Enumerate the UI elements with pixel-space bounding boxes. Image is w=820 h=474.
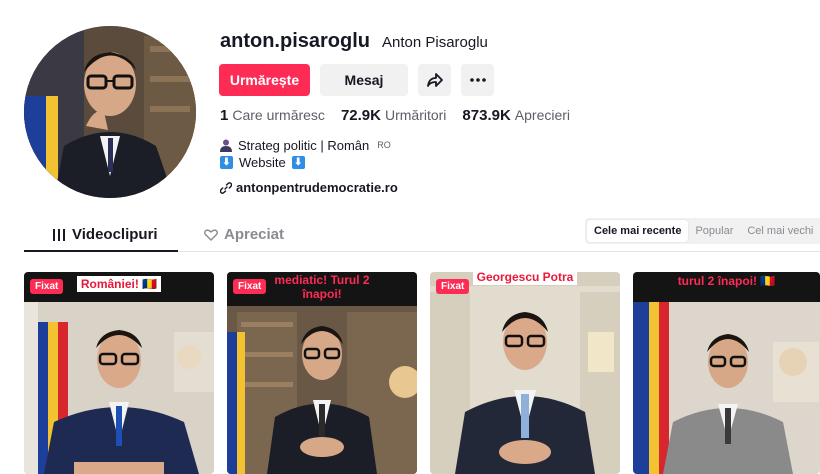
- followers-stat[interactable]: 72.9K Urmăritori: [341, 107, 446, 124]
- follow-button[interactable]: Urmărește: [219, 64, 310, 96]
- following-label: Care urmăresc: [232, 107, 325, 123]
- profile-header: anton.pisaroglu Anton Pisaroglu: [220, 30, 488, 53]
- video-card[interactable]: Georgescu Potra Fixat: [430, 272, 620, 474]
- person-icon: [220, 139, 232, 152]
- tab-liked-label: Apreciat: [224, 226, 285, 243]
- more-dots-icon: [469, 78, 486, 82]
- video-thumbnail: [430, 272, 620, 474]
- sort-selector: Cele mai recente Popular Cel mai vechi: [585, 218, 820, 244]
- profile-stats: 1 Care urmăresc 72.9K Urmăritori 873.9K Apr…: [220, 107, 570, 124]
- likes-count: 873.9K: [462, 107, 511, 124]
- pinned-badge: Fixat: [436, 279, 470, 294]
- sort-popular[interactable]: Popular: [688, 220, 740, 242]
- sort-oldest[interactable]: Cel mai vechi: [740, 220, 820, 242]
- tab-videos[interactable]: Videoclipuri: [52, 226, 158, 243]
- ro-flag-text: RO: [377, 140, 391, 150]
- sort-latest[interactable]: Cele mai recente: [587, 220, 689, 242]
- heart-icon: [204, 228, 218, 241]
- profile-link-text[interactable]: antonpentrudemocratie.ro: [236, 180, 398, 195]
- tab-videos-label: Videoclipuri: [72, 226, 158, 243]
- action-buttons: Urmărește Mesaj: [219, 64, 494, 96]
- followers-label: Urmăritori: [384, 107, 447, 123]
- video-thumbnail: [24, 272, 214, 474]
- bio-line-role: Strateg politic | Român RO: [220, 137, 391, 154]
- followers-count: 72.9K: [340, 107, 381, 124]
- video-grid: României! 🇷🇴 Fixat mediatic! Turul 2 îna…: [24, 272, 820, 474]
- share-arrow-icon: [426, 73, 443, 87]
- share-button[interactable]: [418, 64, 451, 96]
- grid-icon: [53, 228, 65, 241]
- avatar[interactable]: [24, 26, 196, 198]
- tab-liked[interactable]: Apreciat: [204, 226, 284, 243]
- bio: Strateg politic | Român RO ⬇ Website ⬇: [220, 137, 391, 171]
- following-count: 1: [220, 107, 229, 124]
- video-card[interactable]: mediatic! Turul 2 înapoi! Fixat: [227, 272, 417, 474]
- message-button[interactable]: Mesaj: [320, 64, 408, 96]
- video-caption: turul 2 înapoi! 🇷🇴: [677, 274, 776, 288]
- bio-website-text: Website: [239, 155, 286, 170]
- likes-label: Aprecieri: [514, 107, 571, 123]
- likes-stat: 873.9K Aprecieri: [462, 107, 570, 124]
- more-button[interactable]: [461, 64, 494, 96]
- username: anton.pisaroglu: [220, 30, 370, 52]
- pinned-badge: Fixat: [30, 279, 64, 294]
- down-arrow-icon: ⬇: [220, 156, 233, 169]
- video-card[interactable]: turul 2 înapoi! 🇷🇴: [633, 272, 820, 474]
- bio-role-text: Strateg politic | Român: [238, 138, 370, 153]
- video-card[interactable]: României! 🇷🇴 Fixat: [24, 272, 214, 474]
- display-name: Anton Pisaroglu: [382, 34, 488, 51]
- active-tab-underline: [24, 250, 178, 252]
- following-stat[interactable]: 1 Care urmăresc: [220, 107, 325, 124]
- bio-line-website: ⬇ Website ⬇: [220, 154, 391, 171]
- pinned-badge: Fixat: [233, 279, 267, 294]
- link-icon: [220, 181, 232, 194]
- video-thumbnail: [633, 272, 820, 474]
- avatar-image: [24, 26, 196, 198]
- profile-link[interactable]: antonpentrudemocratie.ro: [220, 180, 398, 195]
- down-arrow-icon: ⬇: [291, 156, 305, 169]
